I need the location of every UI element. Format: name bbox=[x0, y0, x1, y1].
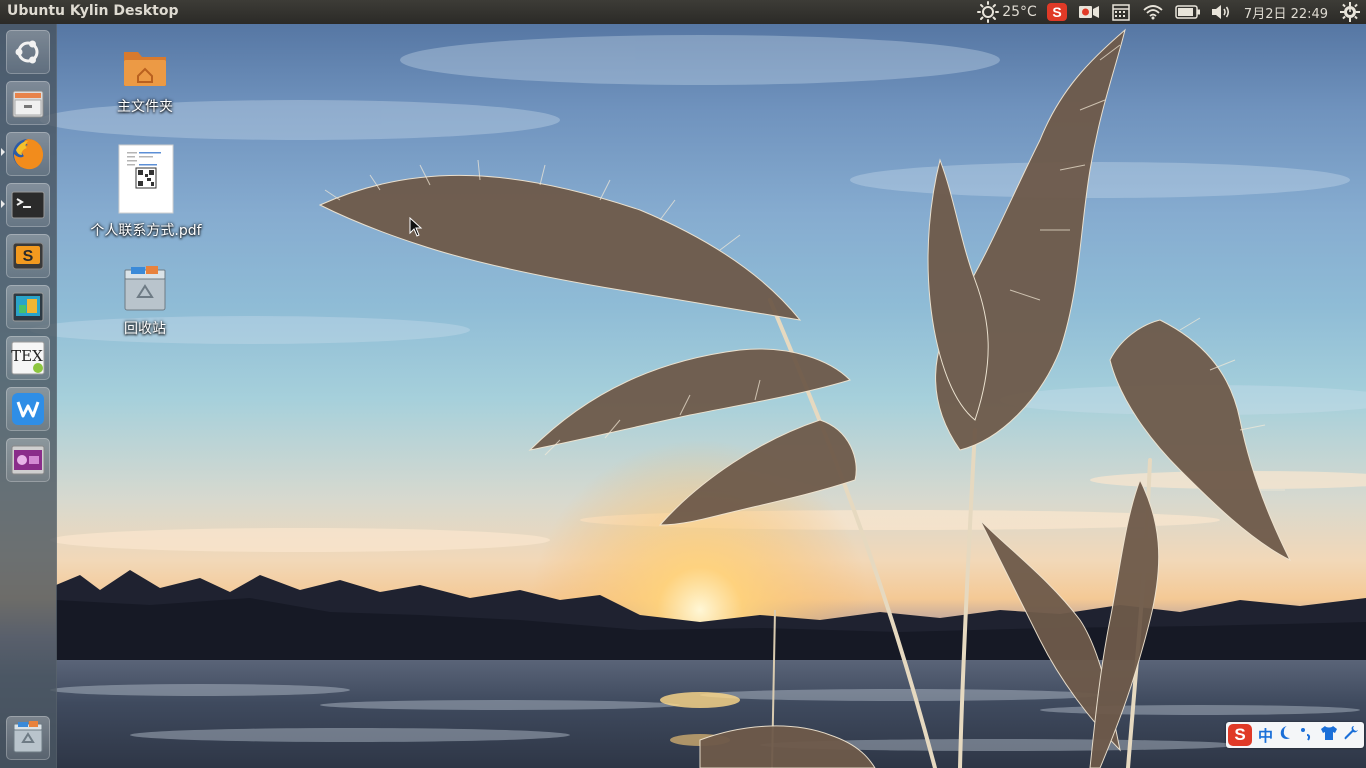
screen-record-icon[interactable] bbox=[1077, 0, 1101, 24]
top-panel: Ubuntu Kylin Desktop 25°C S 7月2日 22:49 bbox=[0, 0, 1366, 24]
ime-status-bar[interactable]: S 中 bbox=[1226, 722, 1364, 748]
calendar-icon[interactable] bbox=[1110, 0, 1132, 24]
clock-indicator[interactable]: 7月2日 22:49 bbox=[1240, 0, 1332, 24]
desktop-icon-trash[interactable]: 回收站 bbox=[86, 266, 204, 338]
moon-icon[interactable] bbox=[1278, 725, 1292, 745]
launcher-item-video-player[interactable] bbox=[6, 438, 50, 482]
desktop-icon-label: 主文件夹 bbox=[117, 99, 173, 115]
temperature-text: 25°C bbox=[1002, 4, 1037, 20]
wifi-icon[interactable] bbox=[1141, 0, 1165, 24]
desktop-icon-label: 回收站 bbox=[124, 321, 166, 337]
launcher-item-sublime-text[interactable]: S bbox=[6, 234, 50, 278]
sogou-input-icon[interactable]: S bbox=[1045, 0, 1069, 24]
sun-icon bbox=[977, 1, 1000, 23]
battery-icon[interactable] bbox=[1174, 0, 1202, 24]
launcher-item-trash[interactable] bbox=[6, 716, 50, 760]
weather-indicator[interactable]: 25°C bbox=[977, 0, 1037, 24]
desktop-icon-pdf[interactable]: 个人联系方式.pdf bbox=[76, 144, 216, 240]
svg-text:S: S bbox=[1052, 4, 1061, 20]
launcher-item-software-center[interactable] bbox=[6, 285, 50, 329]
launcher-item-texmaker[interactable]: TEX bbox=[6, 336, 50, 380]
mouse-cursor-icon bbox=[409, 216, 423, 241]
window-title: Ubuntu Kylin Desktop bbox=[7, 3, 179, 19]
running-indicator bbox=[1, 148, 5, 156]
launcher-item-terminal[interactable] bbox=[6, 183, 50, 227]
svg-text:TEX: TEX bbox=[11, 347, 43, 365]
skin-shirt-icon[interactable] bbox=[1320, 725, 1338, 745]
launcher-item-wps[interactable] bbox=[6, 387, 50, 431]
power-gear-icon[interactable] bbox=[1338, 0, 1362, 24]
desktop-icon-home-folder[interactable]: 主文件夹 bbox=[86, 44, 204, 116]
wrench-icon[interactable] bbox=[1343, 725, 1359, 745]
desktop-wallpaper bbox=[0, 0, 1366, 768]
launcher-item-firefox[interactable] bbox=[6, 132, 50, 176]
desktop-icon-label: 个人联系方式.pdf bbox=[90, 223, 202, 239]
running-indicator bbox=[1, 200, 5, 208]
sogou-logo[interactable]: S bbox=[1228, 724, 1252, 746]
volume-icon[interactable] bbox=[1208, 0, 1234, 24]
launcher-item-file-manager[interactable] bbox=[6, 81, 50, 125]
punctuation-icon[interactable] bbox=[1299, 725, 1313, 745]
launcher-item-dash-home[interactable] bbox=[6, 30, 50, 74]
launcher: S TEX bbox=[0, 24, 57, 768]
ime-mode-toggle[interactable]: 中 bbox=[1258, 725, 1273, 746]
svg-text:S: S bbox=[23, 248, 34, 265]
clock-text: 7月2日 22:49 bbox=[1243, 6, 1329, 22]
home-folder-icon bbox=[122, 52, 168, 94]
pdf-document-icon bbox=[118, 144, 174, 218]
trash-icon bbox=[122, 266, 168, 316]
